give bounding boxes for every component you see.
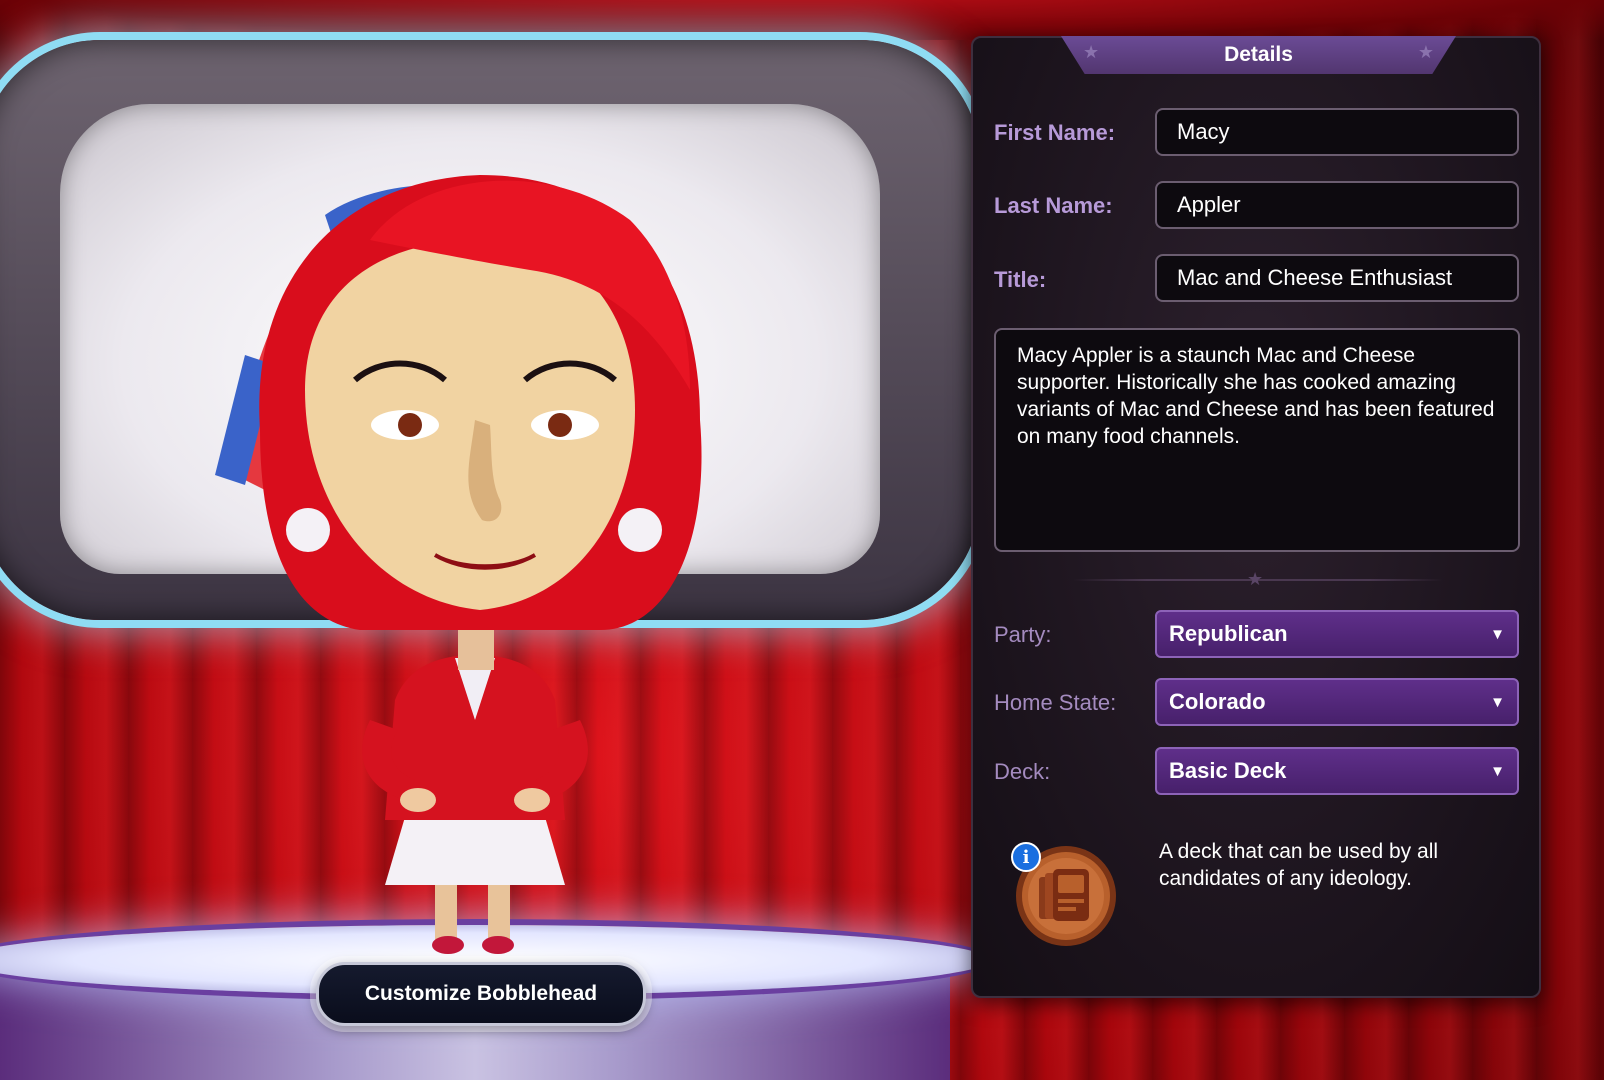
last-name-label: Last Name:	[994, 193, 1113, 218]
bio-textarea[interactable]: Macy Appler is a staunch Mac and Cheese …	[994, 328, 1520, 552]
info-icon[interactable]: i	[1011, 842, 1041, 872]
deck-select-value: Basic Deck	[1169, 758, 1287, 783]
home-state-select-value: Colorado	[1169, 689, 1266, 714]
header-star-left-icon: ★	[1083, 42, 1100, 63]
details-title: Details	[1224, 43, 1293, 66]
party-select[interactable]: Republican ▼	[1155, 610, 1519, 658]
triangle-down-icon: ▼	[1490, 762, 1505, 780]
divider-star-icon: ★	[1247, 569, 1264, 590]
details-header: ★ Details ★	[1061, 36, 1456, 74]
customize-bobblehead-button[interactable]: Customize Bobblehead	[316, 962, 646, 1026]
deck-select[interactable]: Basic Deck ▼	[1155, 747, 1519, 795]
home-state-select[interactable]: Colorado ▼	[1155, 678, 1519, 726]
deck-label: Deck:	[994, 759, 1051, 784]
last-name-field[interactable]: Appler	[1155, 181, 1519, 229]
deck-description: A deck that can be used by all candidate…	[1159, 840, 1439, 890]
details-panel: ★ Details ★ First Name: Macy Last Name: …	[971, 36, 1541, 998]
header-star-right-icon: ★	[1417, 42, 1434, 63]
customize-bobblehead-label: Customize Bobblehead	[364, 982, 598, 1005]
triangle-down-icon: ▼	[1490, 625, 1505, 643]
title-field[interactable]: Mac and Cheese Enthusiast	[1155, 254, 1519, 302]
party-select-value: Republican	[1169, 621, 1288, 646]
first-name-label: First Name:	[994, 120, 1116, 145]
title-label: Title:	[994, 267, 1047, 292]
first-name-field[interactable]: Macy	[1155, 108, 1519, 156]
triangle-down-icon: ▼	[1490, 693, 1505, 711]
bobblehead-character[interactable]	[220, 160, 740, 960]
home-state-label: Home State:	[994, 690, 1117, 715]
curtain-valance	[0, 0, 1604, 40]
party-label: Party:	[994, 622, 1052, 647]
